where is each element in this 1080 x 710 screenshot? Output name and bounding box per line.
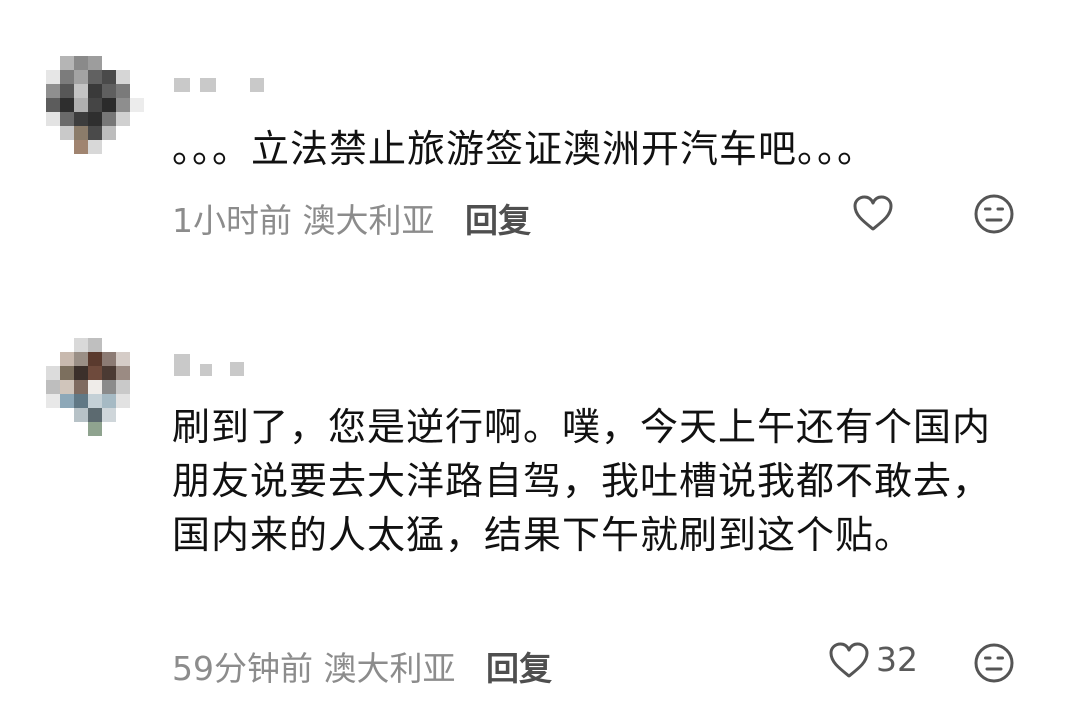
neutral-face-icon[interactable]	[973, 642, 1015, 684]
comment-time: 1小时前	[172, 201, 292, 240]
comment-text: 。。。立法禁止旅游签证澳洲开汽车吧。。。	[172, 127, 877, 171]
like-button[interactable]: 32	[828, 640, 918, 679]
avatar[interactable]	[46, 56, 144, 154]
comment-time: 59分钟前	[172, 649, 313, 688]
comment-location: 澳大利亚	[302, 201, 435, 240]
neutral-face-icon[interactable]	[973, 193, 1015, 235]
comment-text: 刷到了，您是逆行啊。噗，今天上午还有个国内朋友说要去大洋路自驾，我吐槽说我都不敢…	[172, 405, 992, 557]
avatar[interactable]	[46, 338, 144, 436]
comment-location: 澳大利亚	[323, 649, 456, 688]
username-redacted[interactable]	[174, 72, 264, 92]
reply-button[interactable]: 回复	[486, 649, 552, 688]
like-button[interactable]	[852, 194, 900, 232]
heart-outline-icon	[853, 195, 893, 231]
like-count: 32	[876, 640, 918, 679]
username-redacted[interactable]	[174, 354, 244, 376]
heart-outline-icon	[829, 642, 869, 677]
comment-meta: 59分钟前 澳大利亚 回复	[172, 642, 552, 690]
reply-button[interactable]: 回复	[465, 201, 531, 240]
comment-meta: 1小时前 澳大利亚 回复	[172, 194, 531, 242]
